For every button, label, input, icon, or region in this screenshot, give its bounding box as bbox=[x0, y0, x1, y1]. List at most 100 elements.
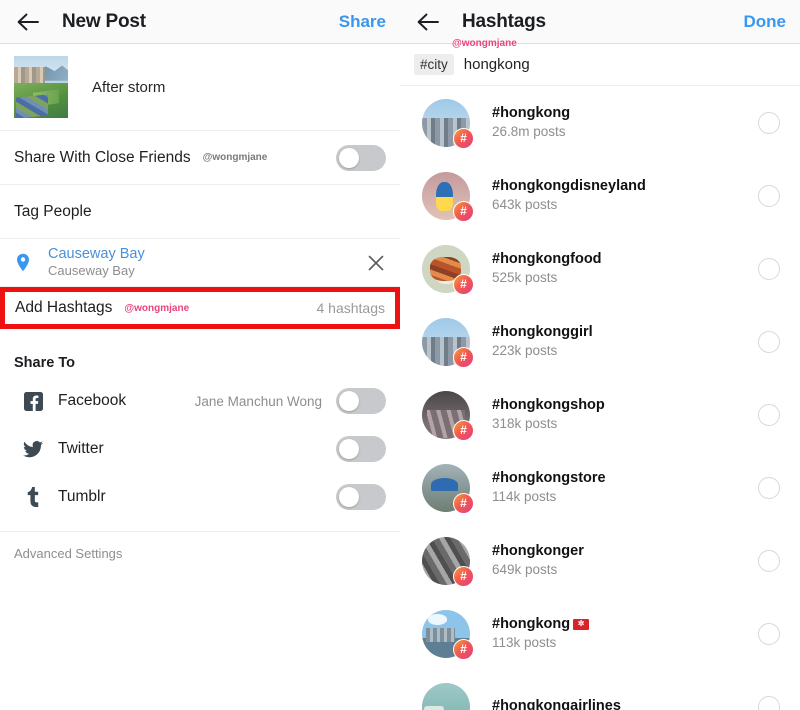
new-post-panel: New Post Share After storm Share With Cl… bbox=[0, 0, 400, 710]
hashtag-post-count: 114k posts bbox=[492, 489, 557, 505]
share-to-twitter-label: Twitter bbox=[58, 440, 104, 457]
avatar: # bbox=[422, 390, 474, 441]
location-pin-icon bbox=[14, 253, 32, 272]
hashtag-count: 4 hashtags bbox=[316, 300, 386, 316]
back-arrow-icon[interactable] bbox=[14, 8, 42, 36]
avatar: # bbox=[422, 317, 474, 368]
back-arrow-icon[interactable] bbox=[414, 8, 442, 36]
hashtag-badge-icon: # bbox=[453, 200, 474, 222]
tumblr-icon bbox=[22, 486, 44, 508]
dual-panel-screenshot: New Post Share After storm Share With Cl… bbox=[0, 0, 800, 710]
caption-text: After storm bbox=[92, 78, 166, 96]
close-icon[interactable] bbox=[366, 253, 386, 273]
watermark-handle: @wongmjane bbox=[124, 302, 190, 314]
facebook-account-name: Jane Manchun Wong bbox=[194, 393, 322, 409]
category-chip[interactable]: #city bbox=[414, 54, 454, 75]
share-to-facebook-label: Facebook bbox=[58, 392, 127, 409]
done-button[interactable]: Done bbox=[744, 12, 787, 32]
facebook-icon bbox=[22, 390, 44, 412]
hashtag-badge-icon: # bbox=[453, 419, 474, 441]
select-radio[interactable] bbox=[758, 111, 780, 134]
hashtag-post-count: 223k posts bbox=[492, 343, 558, 359]
hashtag-post-count: 525k posts bbox=[492, 270, 558, 286]
select-radio[interactable] bbox=[758, 330, 780, 353]
advanced-settings-link[interactable]: Advanced Settings bbox=[0, 532, 400, 575]
avatar: # bbox=[422, 536, 474, 587]
page-title: Hashtags bbox=[462, 10, 546, 32]
toggle-knob bbox=[339, 391, 359, 411]
close-friends-label: Share With Close Friends bbox=[14, 148, 191, 166]
add-hashtags-label: Add Hashtags bbox=[15, 299, 113, 316]
toggle-knob bbox=[339, 439, 359, 459]
location-subtitle: Causeway Bay bbox=[48, 263, 135, 279]
toggle-knob bbox=[339, 147, 359, 168]
list-item[interactable]: # #hongkongshop 318k posts bbox=[400, 378, 800, 451]
close-friends-row[interactable]: Share With Close Friends @wongmjane bbox=[0, 131, 400, 185]
hong-kong-flag-icon bbox=[573, 618, 590, 630]
list-item[interactable]: # #hongkongfood 525k posts bbox=[400, 232, 800, 305]
hashtags-panel: Hashtags Done @wongmjane #city hongkong … bbox=[400, 0, 800, 710]
hashtag-name: #hongkongdisneyland bbox=[492, 177, 646, 194]
avatar: # bbox=[422, 98, 474, 149]
select-radio[interactable] bbox=[758, 549, 780, 572]
tag-people-label: Tag People bbox=[14, 202, 92, 220]
list-item[interactable]: # #hongkong 113k posts bbox=[400, 597, 800, 670]
hashtag-post-count: 113k posts bbox=[492, 635, 557, 651]
share-to-tumblr-label: Tumblr bbox=[58, 488, 106, 505]
avatar: # bbox=[422, 463, 474, 514]
hashtag-name: #hongkonger bbox=[492, 542, 584, 559]
hashtag-results-list: # #hongkong 26.8m posts # #hongkongdisne… bbox=[400, 86, 800, 710]
hashtag-name: #hongkonggirl bbox=[492, 323, 593, 340]
hashtag-post-count: 649k posts bbox=[492, 562, 558, 578]
hashtag-search-input[interactable]: hongkong bbox=[464, 56, 530, 73]
share-button[interactable]: Share bbox=[339, 12, 386, 32]
share-to-twitter-row[interactable]: Twitter bbox=[0, 425, 400, 473]
hashtag-name: #hongkongairlines bbox=[492, 697, 621, 710]
watermark-handle: @wongmjane bbox=[452, 38, 517, 49]
watermark-handle: @wongmjane bbox=[202, 152, 268, 163]
hashtag-badge-icon: # bbox=[453, 638, 474, 660]
tag-people-row[interactable]: Tag People bbox=[0, 185, 400, 239]
hashtag-name: #hongkongstore bbox=[492, 469, 606, 486]
share-to-tumblr-row[interactable]: Tumblr bbox=[0, 473, 400, 521]
list-item[interactable]: # #hongkonger 649k posts bbox=[400, 524, 800, 597]
hashtag-post-count: 643k posts bbox=[492, 197, 558, 213]
tumblr-toggle[interactable] bbox=[336, 484, 386, 510]
hashtag-badge-icon: # bbox=[453, 273, 474, 295]
new-post-navbar: New Post Share bbox=[0, 0, 400, 44]
post-thumbnail bbox=[14, 56, 68, 118]
location-texts: Causeway Bay Causeway Bay bbox=[48, 245, 145, 279]
caption-row[interactable]: After storm bbox=[0, 44, 400, 131]
twitter-toggle[interactable] bbox=[336, 436, 386, 462]
list-item[interactable]: # #hongkonggirl 223k posts bbox=[400, 305, 800, 378]
add-hashtags-row[interactable]: Add Hashtags @wongmjane 4 hashtags bbox=[0, 287, 400, 329]
hashtag-badge-icon: # bbox=[453, 127, 474, 149]
list-item[interactable]: # #hongkongairlines bbox=[400, 670, 800, 710]
hashtag-name: #hongkongfood bbox=[492, 250, 602, 267]
hashtag-post-count: 318k posts bbox=[492, 416, 558, 432]
hashtag-input-bar[interactable]: #city hongkong bbox=[400, 44, 800, 86]
toggle-knob bbox=[339, 487, 359, 507]
page-title: New Post bbox=[62, 10, 146, 32]
avatar: # bbox=[422, 682, 470, 710]
location-title: Causeway Bay bbox=[48, 246, 145, 263]
avatar: # bbox=[422, 609, 474, 660]
location-row[interactable]: Causeway Bay Causeway Bay bbox=[0, 239, 400, 287]
select-radio[interactable] bbox=[758, 403, 780, 426]
share-to-facebook-row[interactable]: Facebook Jane Manchun Wong bbox=[0, 377, 400, 425]
hashtag-name: #hongkong bbox=[492, 615, 571, 632]
select-radio[interactable] bbox=[758, 622, 780, 645]
list-item[interactable]: # #hongkongstore 114k posts bbox=[400, 451, 800, 524]
select-radio[interactable] bbox=[758, 184, 780, 207]
twitter-icon bbox=[22, 438, 44, 460]
select-radio[interactable] bbox=[758, 695, 780, 710]
list-item[interactable]: # #hongkong 26.8m posts bbox=[400, 86, 800, 159]
hashtag-badge-icon: # bbox=[453, 492, 474, 514]
close-friends-toggle[interactable] bbox=[336, 144, 386, 171]
select-radio[interactable] bbox=[758, 257, 780, 280]
facebook-toggle[interactable] bbox=[336, 388, 386, 414]
list-item[interactable]: # #hongkongdisneyland 643k posts bbox=[400, 159, 800, 232]
hashtag-post-count: 26.8m posts bbox=[492, 124, 566, 140]
avatar: # bbox=[422, 171, 474, 222]
select-radio[interactable] bbox=[758, 476, 780, 499]
